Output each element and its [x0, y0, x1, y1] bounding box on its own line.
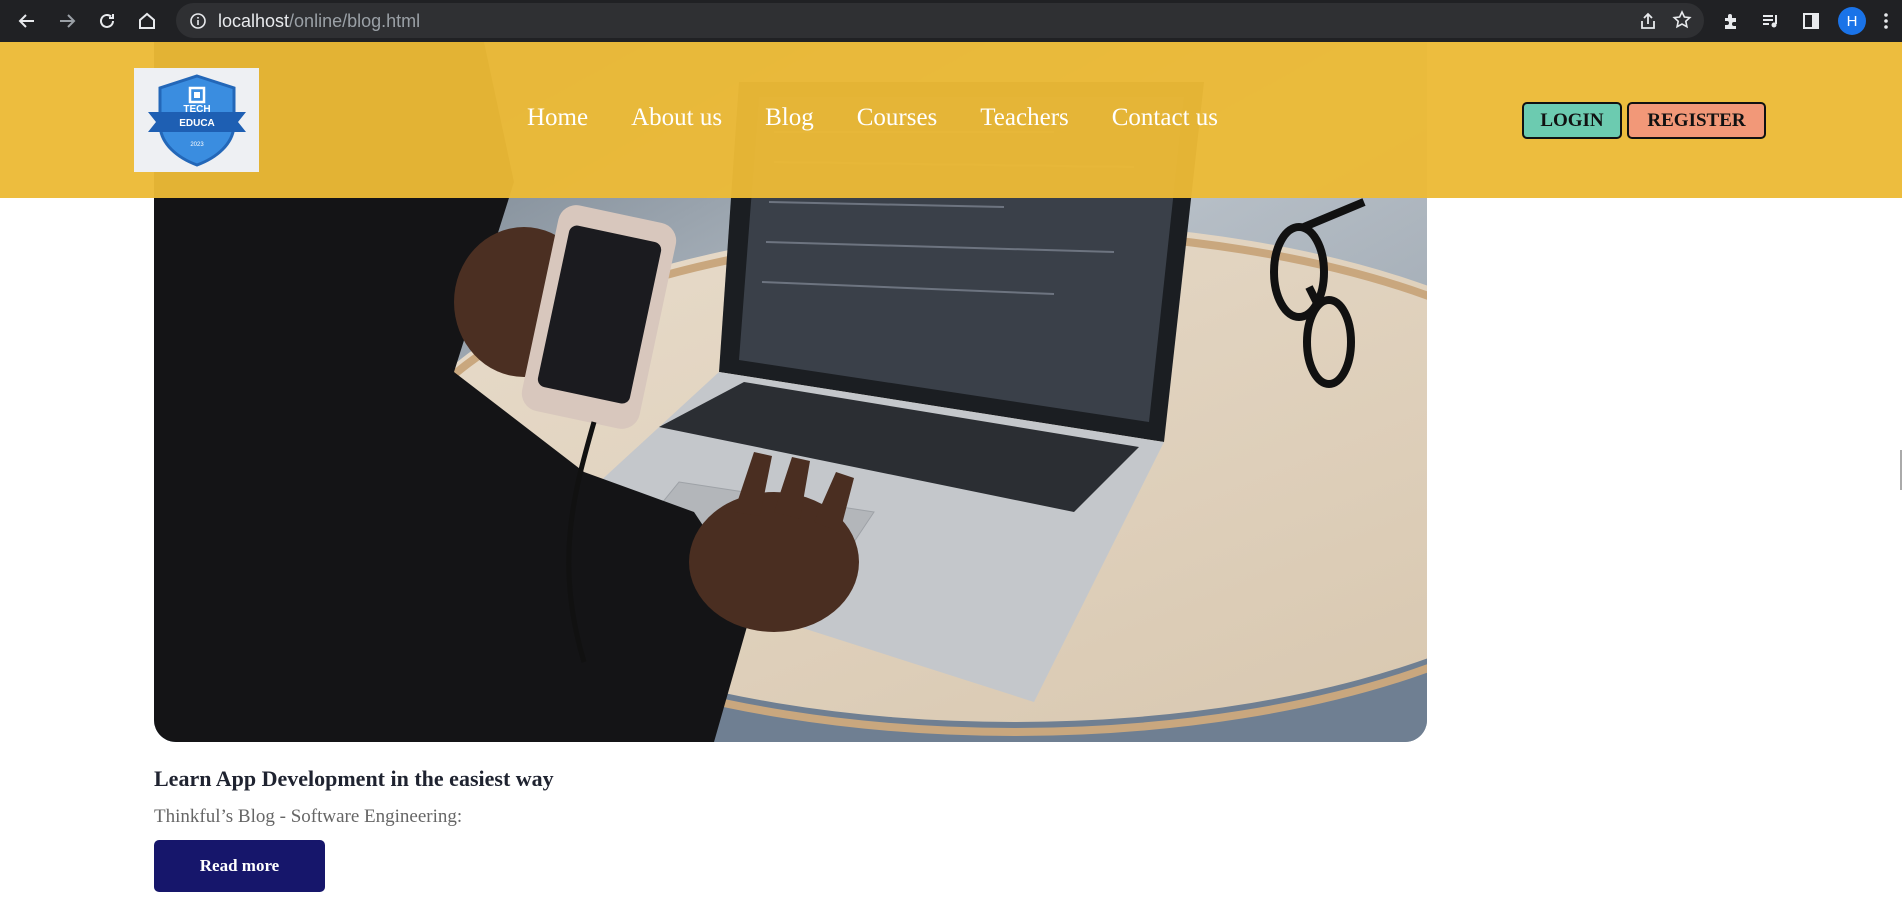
address-bar[interactable]: localhost/online/blog.html: [176, 3, 1704, 38]
register-button[interactable]: REGISTER: [1627, 102, 1766, 139]
back-icon[interactable]: [12, 6, 42, 36]
media-icon[interactable]: [1756, 6, 1786, 36]
sidepanel-icon[interactable]: [1796, 6, 1826, 36]
nav-about-us[interactable]: About us: [631, 104, 722, 132]
url-text: localhost/online/blog.html: [218, 11, 420, 31]
extensions-icon[interactable]: [1716, 6, 1746, 36]
login-button[interactable]: LOGIN: [1522, 102, 1622, 139]
page-content: TECH EDUCA 2023 Home About us Blog Cours…: [0, 42, 1902, 899]
nav-courses[interactable]: Courses: [857, 104, 938, 132]
url-host: localhost: [218, 11, 290, 31]
site-logo[interactable]: TECH EDUCA 2023: [134, 68, 259, 172]
read-more-button[interactable]: Read more: [154, 840, 325, 892]
logo-line2: EDUCA: [179, 118, 215, 129]
post-subtitle: Thinkful’s Blog - Software Engineering:: [154, 806, 463, 827]
url-path: /online/blog.html: [289, 11, 421, 31]
logo-line1: TECH: [183, 104, 210, 115]
reload-icon[interactable]: [92, 6, 122, 36]
share-icon[interactable]: [1638, 11, 1658, 31]
profile-avatar[interactable]: H: [1838, 7, 1866, 35]
nav-home[interactable]: Home: [527, 104, 588, 132]
site-header: TECH EDUCA 2023 Home About us Blog Cours…: [0, 42, 1902, 198]
info-icon[interactable]: [189, 12, 207, 30]
menu-icon[interactable]: [1874, 6, 1898, 36]
browser-toolbar: localhost/online/blog.html H: [0, 0, 1902, 42]
forward-icon[interactable]: [52, 6, 82, 36]
post-title: Learn App Development in the easiest way: [154, 766, 554, 791]
home-icon[interactable]: [132, 6, 162, 36]
main-nav: Home About us Blog Courses Teachers Cont…: [527, 104, 1261, 132]
nav-blog[interactable]: Blog: [765, 104, 814, 132]
nav-contact-us[interactable]: Contact us: [1112, 104, 1218, 132]
logo-year: 2023: [190, 142, 204, 148]
nav-teachers[interactable]: Teachers: [980, 104, 1068, 132]
star-icon[interactable]: [1672, 10, 1692, 30]
